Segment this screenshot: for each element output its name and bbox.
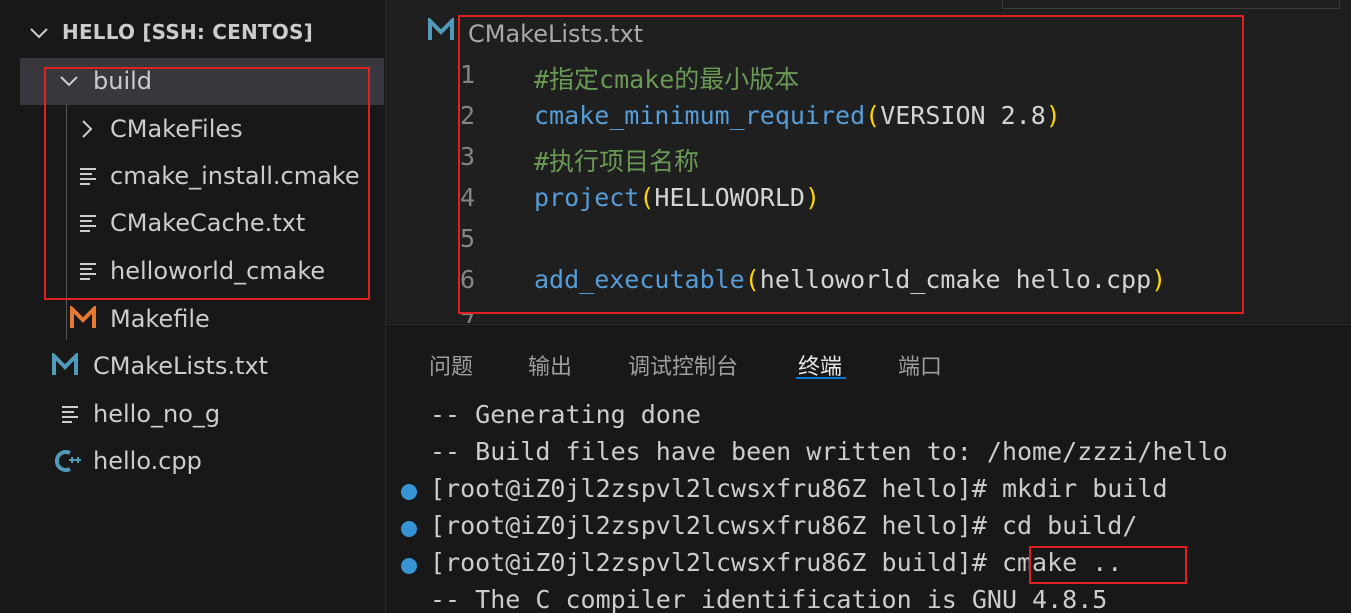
terminal-line-text: [root@iZ0jl2zspvl2lcwsxfru86Z build]# cm… <box>430 548 1123 577</box>
annotation-box-build-folder <box>44 67 370 300</box>
terminal-line-text: -- Generating done <box>430 400 701 429</box>
tree-item-label: Makefile <box>110 305 210 333</box>
terminal-line-text: [root@iZ0jl2zspvl2lcwsxfru86Z hello]# mk… <box>430 474 1168 503</box>
tree-item-label: hello.cpp <box>93 447 202 475</box>
tab-output[interactable]: 输出 <box>528 349 572 381</box>
bottom-panel: 问题 输出 调试控制台 终端 端口 -- Generating done -- B… <box>386 324 1351 613</box>
makefile-icon <box>70 304 96 334</box>
tree-item-label: hello_no_g <box>93 400 221 428</box>
chevron-down-icon <box>28 22 50 48</box>
tree-item-hello-no-g[interactable]: hello_no_g <box>20 391 384 438</box>
terminal-line: [root@iZ0jl2zspvl2lcwsxfru86Z build]# cm… <box>386 546 1351 583</box>
tree-item-label: CMakeLists.txt <box>93 352 269 380</box>
terminal-line-text: [root@iZ0jl2zspvl2lcwsxfru86Z hello]# cd… <box>430 511 1138 540</box>
terminal-line: [root@iZ0jl2zspvl2lcwsxfru86Z hello]# mk… <box>386 472 1351 509</box>
cmake-icon <box>428 16 454 46</box>
terminal-line: [root@iZ0jl2zspvl2lcwsxfru86Z hello]# cd… <box>386 509 1351 546</box>
tab-problems[interactable]: 问题 <box>429 349 473 381</box>
command-status-dot-icon[interactable] <box>401 521 417 537</box>
tree-item-cmakelists[interactable]: CMakeLists.txt <box>20 343 384 390</box>
annotation-box-cmakelists <box>458 15 1244 314</box>
annotation-box-cmake-command <box>1029 546 1187 584</box>
tab-ports[interactable]: 端口 <box>898 349 942 381</box>
command-status-dot-icon[interactable] <box>401 484 417 500</box>
terminal-line: -- Build files have been written to: /ho… <box>386 435 1351 472</box>
tab-debug-console[interactable]: 调试控制台 <box>628 349 738 381</box>
tab-strip-edge <box>1002 0 1340 9</box>
cmake-icon <box>52 351 78 381</box>
explorer-section-header[interactable]: HELLO [SSH: CENTOS] <box>0 10 385 56</box>
terminal-line: -- The C compiler identification is GNU … <box>386 583 1351 613</box>
terminal-line-text: -- The C compiler identification is GNU … <box>430 585 1108 613</box>
terminal-line-text: -- Build files have been written to: /ho… <box>430 437 1228 466</box>
active-tab-indicator <box>796 377 846 379</box>
workspace-title: HELLO [SSH: CENTOS] <box>62 20 313 44</box>
tree-item-hello-cpp[interactable]: hello.cpp <box>20 438 384 485</box>
tree-item-makefile[interactable]: Makefile <box>20 296 384 343</box>
cpp-file-icon <box>54 448 82 478</box>
file-lines-icon <box>60 403 80 429</box>
command-status-dot-icon[interactable] <box>401 558 417 574</box>
terminal-line: -- Generating done <box>386 398 1351 435</box>
